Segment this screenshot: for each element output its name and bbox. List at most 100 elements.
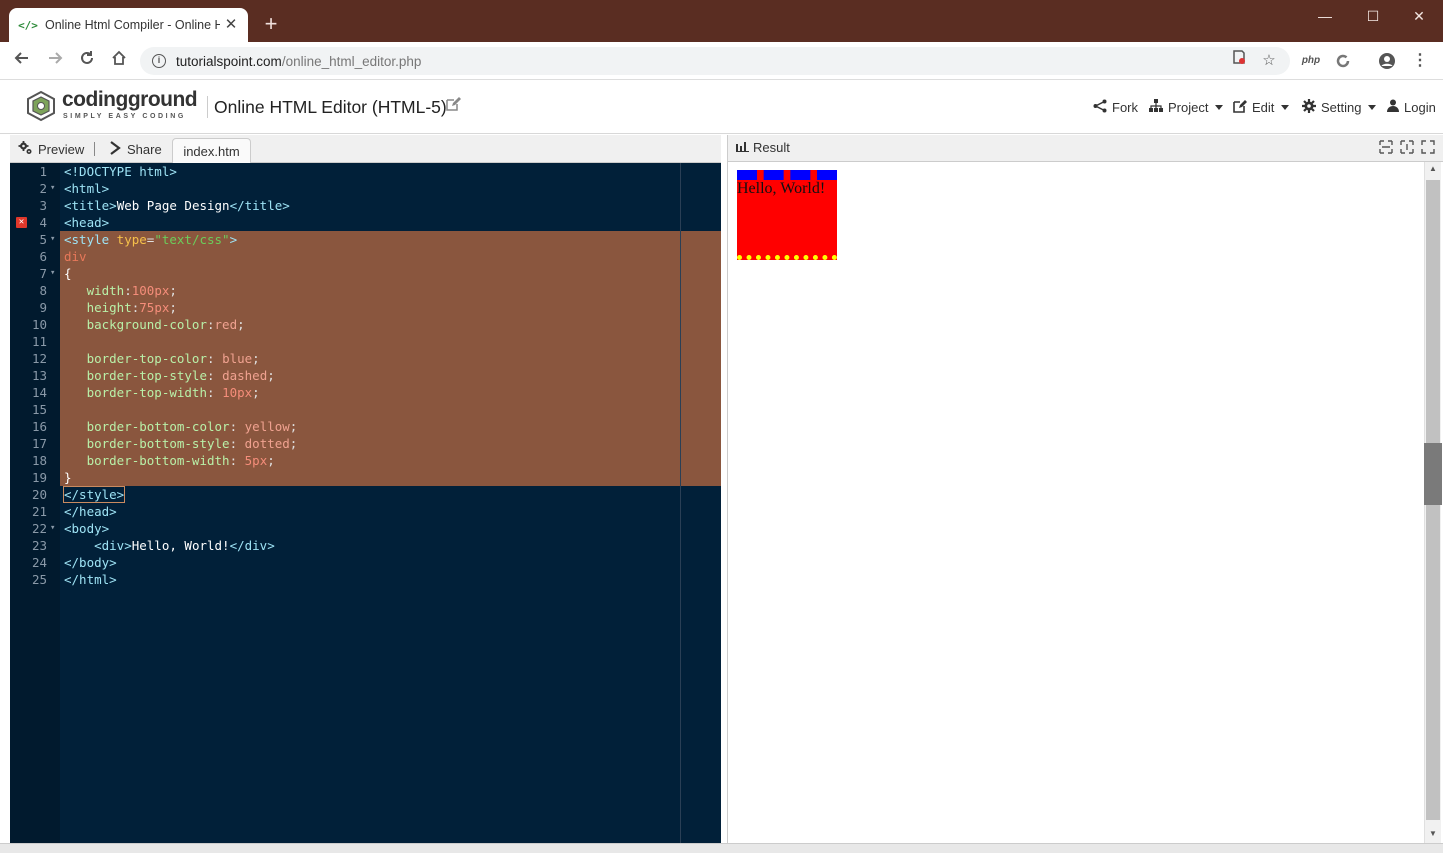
- preview-button[interactable]: Preview: [18, 140, 84, 158]
- line-number: 17: [31, 436, 47, 451]
- codingground-logo-icon: [27, 90, 55, 122]
- line-number: 5: [39, 232, 47, 247]
- share-button[interactable]: Share: [108, 140, 162, 158]
- code-line: 17 border-bottom-style: dotted;: [10, 435, 721, 452]
- result-header: Result: [736, 140, 790, 155]
- code-token: "text/css": [154, 232, 230, 247]
- code-token: :: [229, 436, 245, 451]
- collapse-horizontal-icon[interactable]: [1399, 140, 1415, 156]
- login-label: Login: [1404, 99, 1436, 115]
- line-number: 19: [31, 470, 47, 485]
- maximize-button[interactable]: ☐: [1353, 5, 1393, 27]
- bookmark-star-icon[interactable]: ☆: [1258, 49, 1280, 73]
- code-token: <html>: [64, 181, 110, 196]
- code-token: :: [229, 419, 245, 434]
- line-number: 8: [39, 283, 47, 298]
- code-token: :: [207, 317, 215, 332]
- collapse-vertical-icon[interactable]: [1378, 140, 1394, 156]
- code-token: >: [229, 232, 238, 247]
- code-token: 100px: [131, 283, 170, 298]
- fold-arrow-icon[interactable]: ▾: [50, 265, 55, 282]
- code-token: :: [124, 283, 132, 298]
- blocked-popup-icon[interactable]: [1228, 49, 1250, 73]
- tab-title: Online Html Compiler - Online H: [45, 18, 220, 32]
- back-icon[interactable]: [10, 49, 34, 73]
- fold-arrow-icon[interactable]: ▾: [50, 180, 55, 197]
- extension-refresh-icon[interactable]: [1332, 49, 1354, 73]
- line-number: 9: [39, 300, 47, 315]
- code-token: 5px: [244, 453, 268, 468]
- home-icon[interactable]: [107, 49, 131, 73]
- fullscreen-icon[interactable]: [1420, 140, 1436, 156]
- reload-icon[interactable]: [75, 49, 99, 73]
- code-line: 12 border-top-color: blue;: [10, 350, 721, 367]
- preview-label: Preview: [38, 141, 85, 157]
- browser-titlebar: </> Online Html Compiler - Online H ✕ + …: [0, 0, 1443, 42]
- code-line: 21 </head>: [10, 503, 721, 520]
- edit-icon: [1233, 99, 1247, 116]
- code-token: height: [64, 300, 132, 315]
- scroll-down-icon[interactable]: ▼: [1428, 829, 1438, 838]
- code-token: border-bottom-width: [64, 453, 230, 468]
- code-token: border-bottom-color: [64, 419, 230, 434]
- scroll-up-icon[interactable]: ▲: [1428, 164, 1438, 173]
- address-bar-row: i tutorialspoint.com/online_html_editor.…: [0, 42, 1443, 80]
- scroll-thumb[interactable]: [1424, 443, 1442, 505]
- project-menu[interactable]: Project: [1149, 96, 1224, 118]
- code-editor[interactable]: 1 <!DOCTYPE html> 2 ▾ <html> 3 <title>Web Pa…: [10, 163, 721, 843]
- line-number: 13: [31, 368, 47, 383]
- result-preview[interactable]: Hello, World!: [727, 162, 1424, 843]
- edit-title-icon[interactable]: [445, 96, 461, 112]
- app-header: codingground SIMPLY EASY CODING Online H…: [0, 80, 1443, 134]
- fold-arrow-icon[interactable]: ▾: [50, 520, 55, 537]
- code-token: ;: [252, 385, 260, 400]
- code-line: 22 ▾ <body>: [10, 520, 721, 537]
- url-field[interactable]: i tutorialspoint.com/online_html_editor.…: [140, 47, 1290, 75]
- line-number: 6: [39, 249, 47, 264]
- share-label: Share: [127, 141, 162, 157]
- new-tab-button[interactable]: +: [260, 13, 282, 35]
- minimize-button[interactable]: —: [1305, 5, 1345, 27]
- php-extension-icon[interactable]: php: [1300, 49, 1322, 73]
- code-token: red: [214, 317, 238, 332]
- code-token: </body>: [64, 555, 117, 570]
- code-line: 6 div: [10, 248, 721, 265]
- fold-arrow-icon[interactable]: ▾: [50, 231, 55, 248]
- close-window-button[interactable]: ✕: [1399, 5, 1439, 27]
- code-token: </style>: [62, 486, 126, 503]
- code-token: ;: [237, 317, 245, 332]
- code-token: <!DOCTYPE html>: [64, 164, 177, 179]
- setting-menu[interactable]: Setting: [1302, 96, 1377, 118]
- code-token: ;: [169, 283, 177, 298]
- gears-icon: [18, 140, 33, 158]
- login-button[interactable]: Login: [1387, 96, 1436, 118]
- editor-toolbar: Preview Share index.htm: [10, 135, 721, 164]
- file-tab-index[interactable]: index.htm: [172, 138, 251, 164]
- browser-tab[interactable]: </> Online Html Compiler - Online H ✕: [9, 8, 248, 42]
- forward-icon[interactable]: [43, 49, 67, 73]
- toolbar-divider: [94, 142, 95, 156]
- result-scrollbar[interactable]: ▲ ▼: [1424, 162, 1442, 843]
- line-number: 21: [31, 504, 47, 519]
- line-number: 15: [31, 402, 47, 417]
- header-divider: [207, 96, 208, 118]
- codingground-logo[interactable]: codingground SIMPLY EASY CODING: [25, 88, 198, 124]
- code-line: 9 height:75px;: [10, 299, 721, 316]
- code-token: dashed: [222, 368, 268, 383]
- tab-close-icon[interactable]: ✕: [222, 16, 240, 34]
- profile-avatar-icon[interactable]: [1376, 49, 1398, 73]
- code-line: 1 <!DOCTYPE html>: [10, 163, 721, 180]
- code-token: background-color: [64, 317, 207, 332]
- code-line: 2 ▾ <html>: [10, 180, 721, 197]
- line-number: 11: [31, 334, 47, 349]
- browser-menu-icon[interactable]: ⋮: [1410, 49, 1430, 73]
- edit-caret-icon: [1281, 104, 1290, 110]
- code-token: :: [229, 453, 245, 468]
- fork-button[interactable]: Fork: [1093, 96, 1138, 118]
- site-info-icon[interactable]: i: [152, 54, 166, 68]
- share-arrow-icon: [108, 140, 122, 158]
- edit-menu[interactable]: Edit: [1233, 96, 1290, 118]
- sitemap-icon: [1149, 98, 1163, 116]
- project-caret-icon: [1215, 104, 1224, 110]
- code-line: 3 <title>Web Page Design</title>: [10, 197, 721, 214]
